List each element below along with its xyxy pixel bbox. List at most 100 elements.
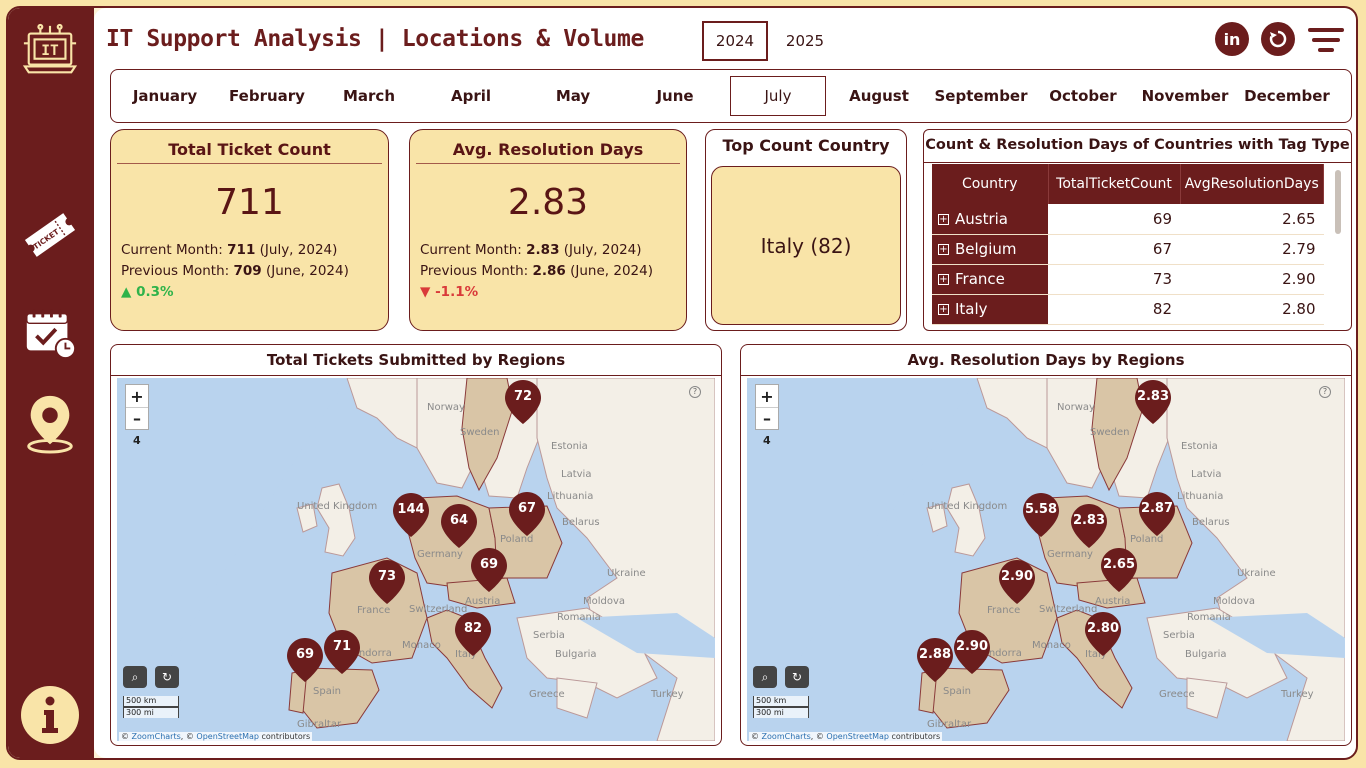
month-june[interactable]: June [627, 76, 723, 116]
calendar-check-icon[interactable] [21, 304, 79, 362]
map-pin-poland[interactable]: 2.87 [1137, 490, 1177, 538]
map-country-label: Ukraine [607, 568, 646, 579]
month-may[interactable]: May [525, 76, 621, 116]
lasso-tool-icon[interactable]: ⌕ [123, 666, 147, 688]
map-title: Total Tickets Submitted by Regions [266, 351, 566, 369]
row-country-cell[interactable]: + Belgium [932, 234, 1048, 265]
map-country-label: France [987, 605, 1021, 616]
column-header-avg-resolution-days[interactable]: AvgResolutionDays [1180, 164, 1324, 204]
month-february[interactable]: February [219, 76, 315, 116]
month-october[interactable]: October [1035, 76, 1131, 116]
reset-icon[interactable] [1261, 22, 1295, 56]
lasso-tool-icon[interactable]: ⌕ [753, 666, 777, 688]
map-country-label: Lithuania [1177, 491, 1224, 502]
year-button-2025[interactable]: 2025 [772, 21, 838, 61]
map-country-label: Bulgaria [1185, 649, 1227, 660]
map-pin-portugal[interactable]: 69 [285, 636, 325, 684]
help-icon[interactable]: ? [689, 386, 701, 398]
info-icon[interactable] [21, 686, 79, 744]
openstreetmap-link[interactable]: OpenStreetMap [826, 732, 889, 741]
map-card-total-tickets: Total Tickets Submitted by Regions Norwa… [110, 344, 722, 746]
map-pin-france[interactable]: 2.90 [997, 558, 1037, 606]
row-count-cell: 73 [1048, 264, 1180, 295]
map-pin-germany[interactable]: 2.83 [1069, 502, 1109, 550]
map-pin-austria[interactable]: 2.65 [1099, 546, 1139, 594]
it-logo-text: IT [41, 43, 59, 59]
month-november[interactable]: November [1137, 76, 1233, 116]
help-icon[interactable]: ? [1319, 386, 1331, 398]
month-september[interactable]: September [933, 76, 1029, 116]
table-row: + Austria 69 2.65 [932, 204, 1324, 235]
map-area[interactable]: Norway Sweden Estonia Latvia Lithuania United… [117, 378, 715, 741]
zoom-in-button[interactable]: + [126, 385, 148, 407]
zoom-out-button[interactable]: – [756, 407, 778, 429]
map-pin-sweden[interactable]: 2.83 [1133, 378, 1173, 426]
row-country-cell[interactable]: + Italy [932, 294, 1048, 325]
kpi-change-badge: ▼ -1.1% [420, 284, 479, 300]
map-pin-value: 2.90 [1000, 569, 1034, 584]
map-pin-uk[interactable]: 144 [391, 491, 431, 539]
map-country-label: Norway [1057, 402, 1095, 413]
map-pin-value: 72 [513, 389, 533, 404]
reset-view-icon[interactable]: ↻ [785, 666, 809, 688]
month-december[interactable]: December [1239, 76, 1335, 116]
zoom-level: 4 [133, 434, 141, 447]
map-pin-value: 69 [295, 647, 315, 662]
scale-km: 500 km [753, 696, 809, 707]
expand-icon[interactable]: + [938, 274, 949, 285]
map-pin-spain[interactable]: 71 [322, 628, 362, 676]
map-country-label: Lithuania [547, 491, 594, 502]
zoomcharts-link[interactable]: ZoomCharts [762, 732, 811, 741]
column-header-country[interactable]: Country [932, 164, 1049, 204]
map-country-label: Belarus [562, 517, 600, 528]
map-pin-uk[interactable]: 5.58 [1021, 491, 1061, 539]
map-pin-portugal[interactable]: 2.88 [915, 636, 955, 684]
month-july[interactable]: July [730, 76, 826, 116]
filter-menu-icon[interactable] [1308, 28, 1344, 52]
expand-icon[interactable]: + [938, 213, 949, 225]
expand-icon[interactable]: + [938, 244, 949, 255]
year-button-2024[interactable]: 2024 [702, 21, 768, 61]
map-country-label: Serbia [1163, 630, 1195, 641]
map-country-label: Latvia [1191, 469, 1222, 480]
zoomcharts-link[interactable]: ZoomCharts [132, 732, 181, 741]
row-avg-cell: 2.65 [1180, 204, 1324, 235]
map-pin-poland[interactable]: 67 [507, 490, 547, 538]
ticket-icon[interactable]: TICKET [21, 206, 79, 264]
location-pin-icon[interactable] [21, 394, 79, 454]
map-pin-sweden[interactable]: 72 [503, 378, 543, 426]
it-logo-icon[interactable]: IT [21, 22, 79, 80]
kpi-value: 2.83 [507, 182, 589, 223]
map-pin-france[interactable]: 73 [367, 558, 407, 606]
kpi-current-month: Current Month: 711 (July, 2024) [121, 242, 338, 258]
month-january[interactable]: January [117, 76, 213, 116]
column-header-total-ticket-count[interactable]: TotalTicketCount [1048, 164, 1181, 204]
map-country-label: Serbia [533, 630, 565, 641]
expand-icon[interactable]: + [938, 304, 949, 315]
table-scrollbar[interactable] [1335, 170, 1341, 234]
map-pin-value: 2.88 [918, 647, 952, 662]
sidebar: IT TICKET [8, 8, 94, 758]
row-avg-cell: 2.80 [1180, 294, 1324, 325]
scale-mi: 300 mi [123, 707, 179, 718]
map-pin-germany[interactable]: 64 [439, 502, 479, 550]
row-country-cell[interactable]: + Austria [932, 204, 1048, 235]
map-pin-italy[interactable]: 2.80 [1083, 610, 1123, 658]
map-country-label: Greece [1159, 689, 1195, 700]
month-march[interactable]: March [321, 76, 417, 116]
reset-view-icon[interactable]: ↻ [155, 666, 179, 688]
map-area[interactable]: Norway Sweden Estonia Latvia Lithuania United… [747, 378, 1345, 741]
month-april[interactable]: April [423, 76, 519, 116]
map-pin-austria[interactable]: 69 [469, 546, 509, 594]
map-pin-spain[interactable]: 2.90 [952, 628, 992, 676]
zoom-in-button[interactable]: + [756, 385, 778, 407]
map-country-label: Estonia [1181, 441, 1218, 452]
map-pin-italy[interactable]: 82 [453, 610, 493, 658]
map-country-label: Gibraltar [297, 719, 342, 730]
openstreetmap-link[interactable]: OpenStreetMap [196, 732, 259, 741]
month-august[interactable]: August [831, 76, 927, 116]
zoom-out-button[interactable]: – [126, 407, 148, 429]
linkedin-icon[interactable]: in [1215, 22, 1249, 56]
row-country-cell[interactable]: + France [932, 264, 1048, 295]
map-country-label: Ukraine [1237, 568, 1276, 579]
